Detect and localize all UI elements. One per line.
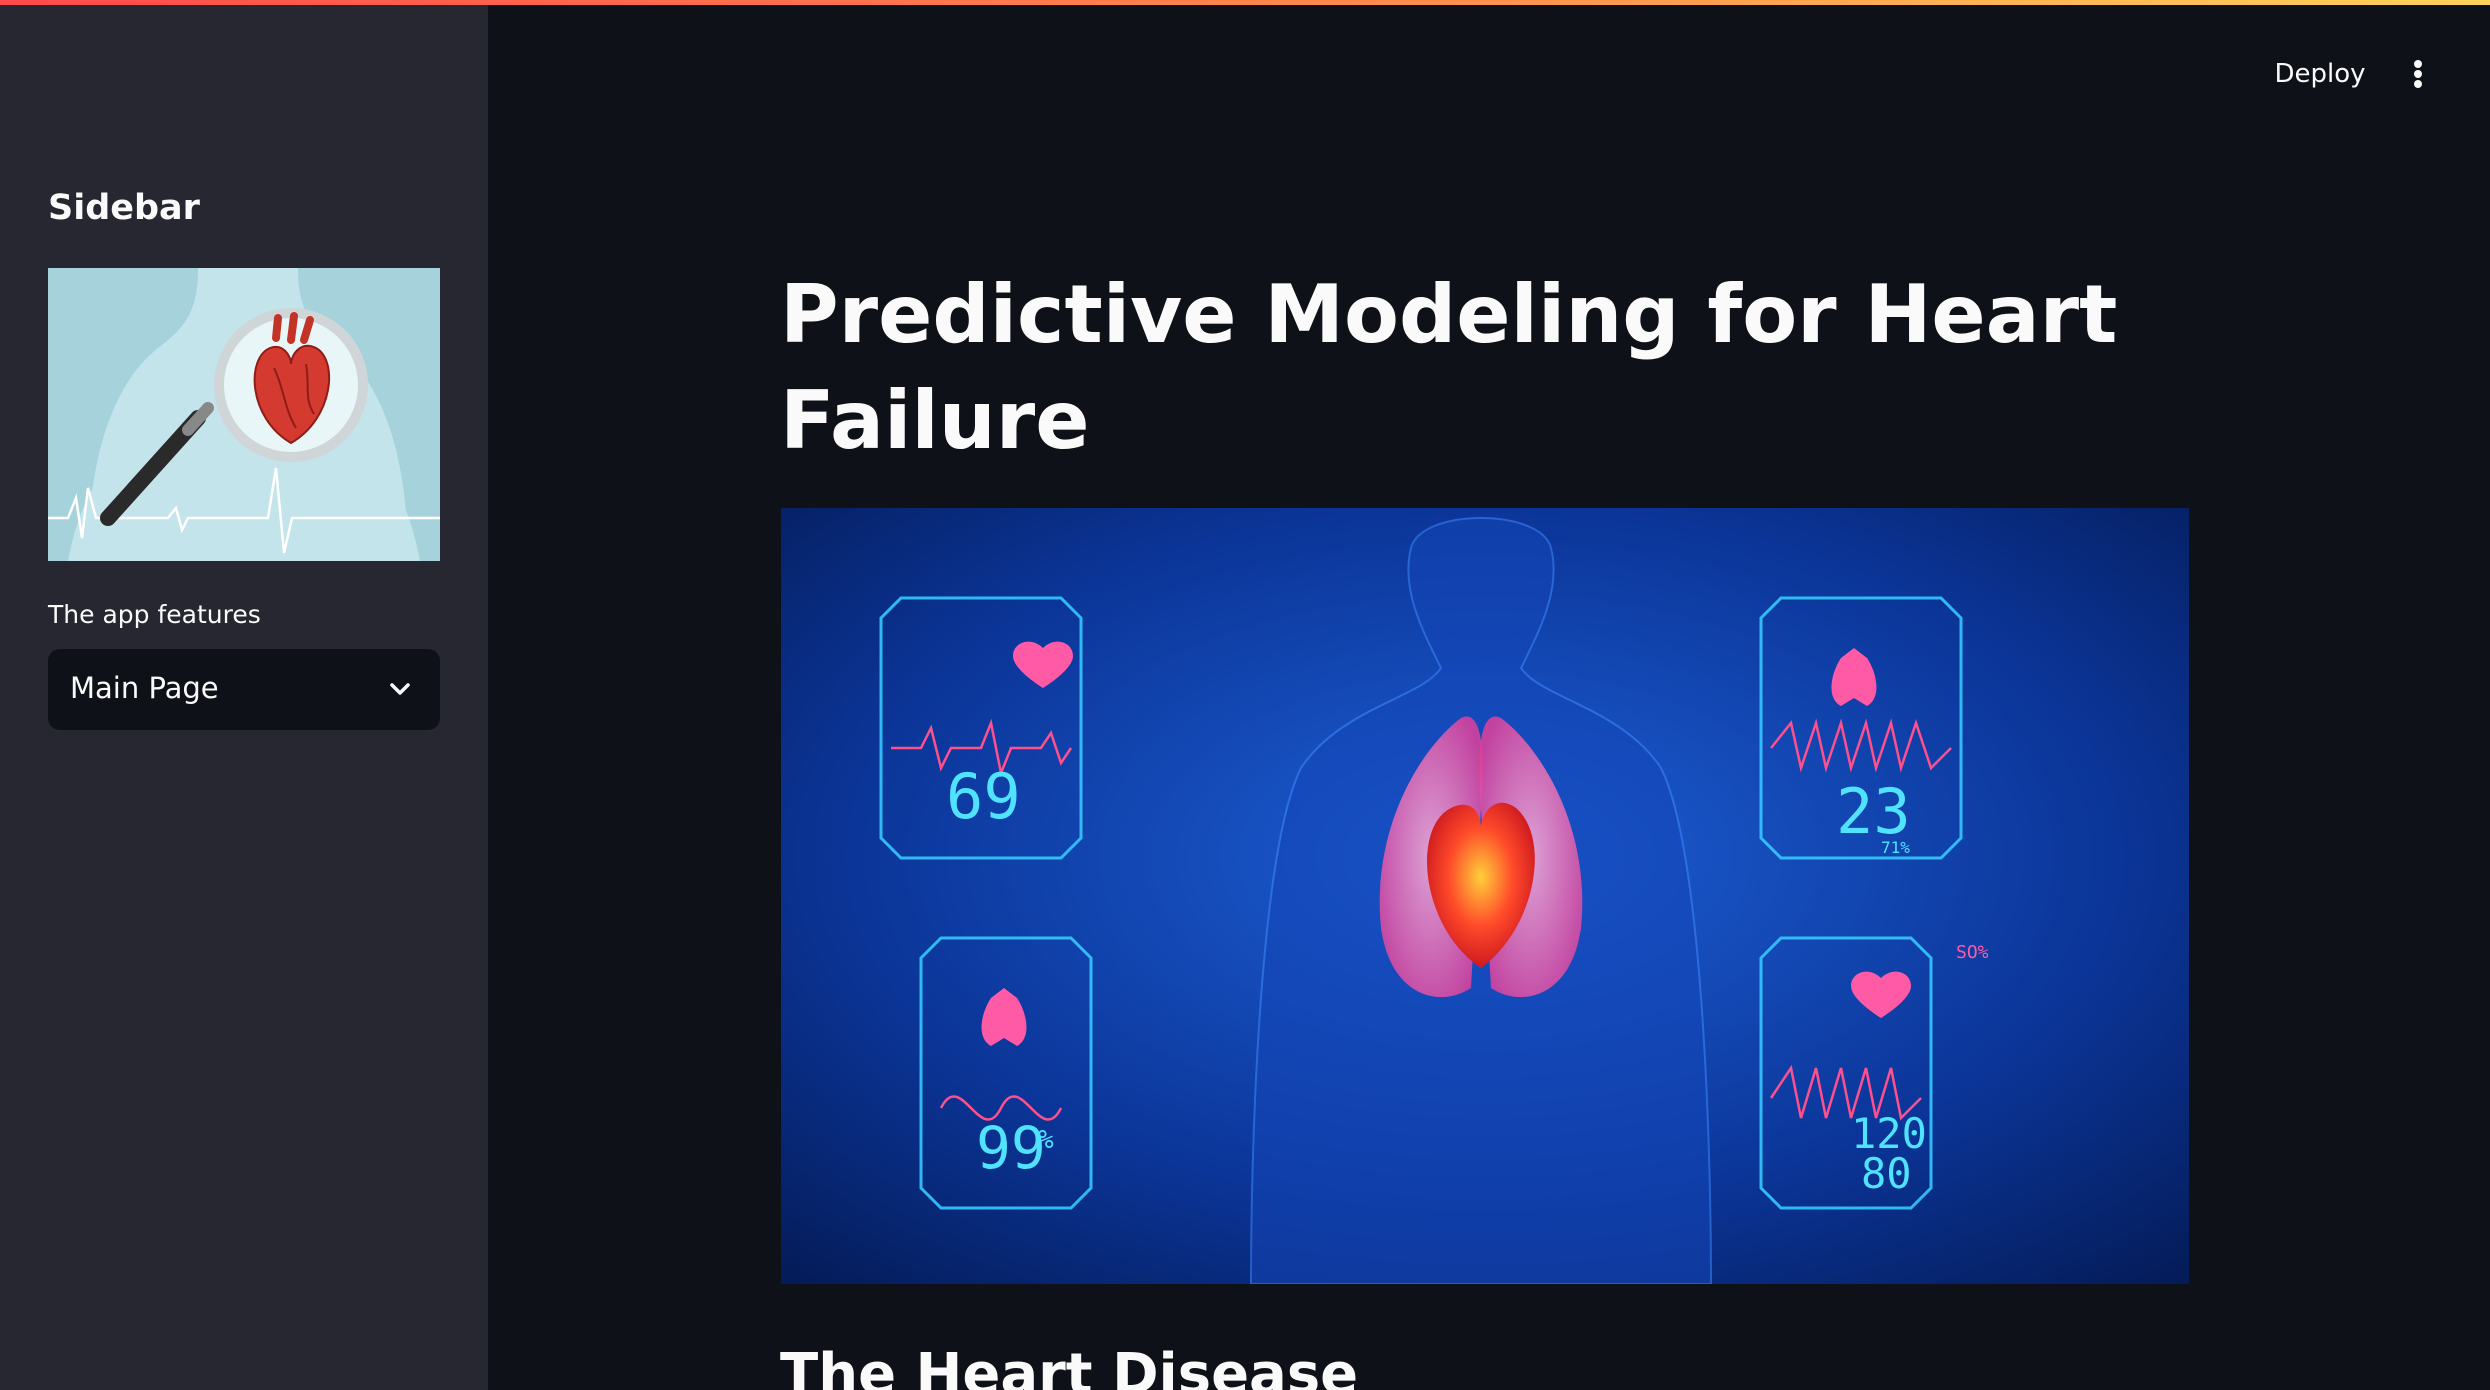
- section-heading: The Heart Disease: [780, 1342, 1359, 1390]
- saturation-tag: SO%: [1956, 942, 1989, 963]
- spo2-unit: %: [1038, 1125, 1054, 1155]
- vertical-ellipsis-icon[interactable]: [2400, 52, 2436, 96]
- chevron-down-icon: [390, 683, 410, 695]
- percent-readout: 71%: [1881, 838, 1910, 857]
- top-decoration-bar: [0, 0, 2490, 5]
- pulse-readout: 69: [946, 760, 1021, 833]
- page-select[interactable]: Main Page: [48, 649, 440, 730]
- streamlit-app: Sidebar The app features Main Page Deplo…: [0, 0, 2490, 1390]
- deploy-button[interactable]: Deploy: [2260, 52, 2380, 96]
- app-features-label: The app features: [48, 600, 261, 629]
- page-select-value: Main Page: [70, 671, 219, 705]
- sidebar: Sidebar The app features Main Page: [0, 0, 488, 1390]
- heart-magnifier-image: [48, 268, 440, 561]
- spo2-readout: 99: [976, 1114, 1046, 1182]
- sidebar-title: Sidebar: [48, 188, 200, 228]
- page-title: Predictive Modeling for Heart Failure: [780, 268, 2118, 467]
- bp-diastolic-readout: 80: [1861, 1149, 1912, 1198]
- heart-monitoring-hero-image: 69 23 71% 99 % 120 80 SO%: [781, 508, 2189, 1284]
